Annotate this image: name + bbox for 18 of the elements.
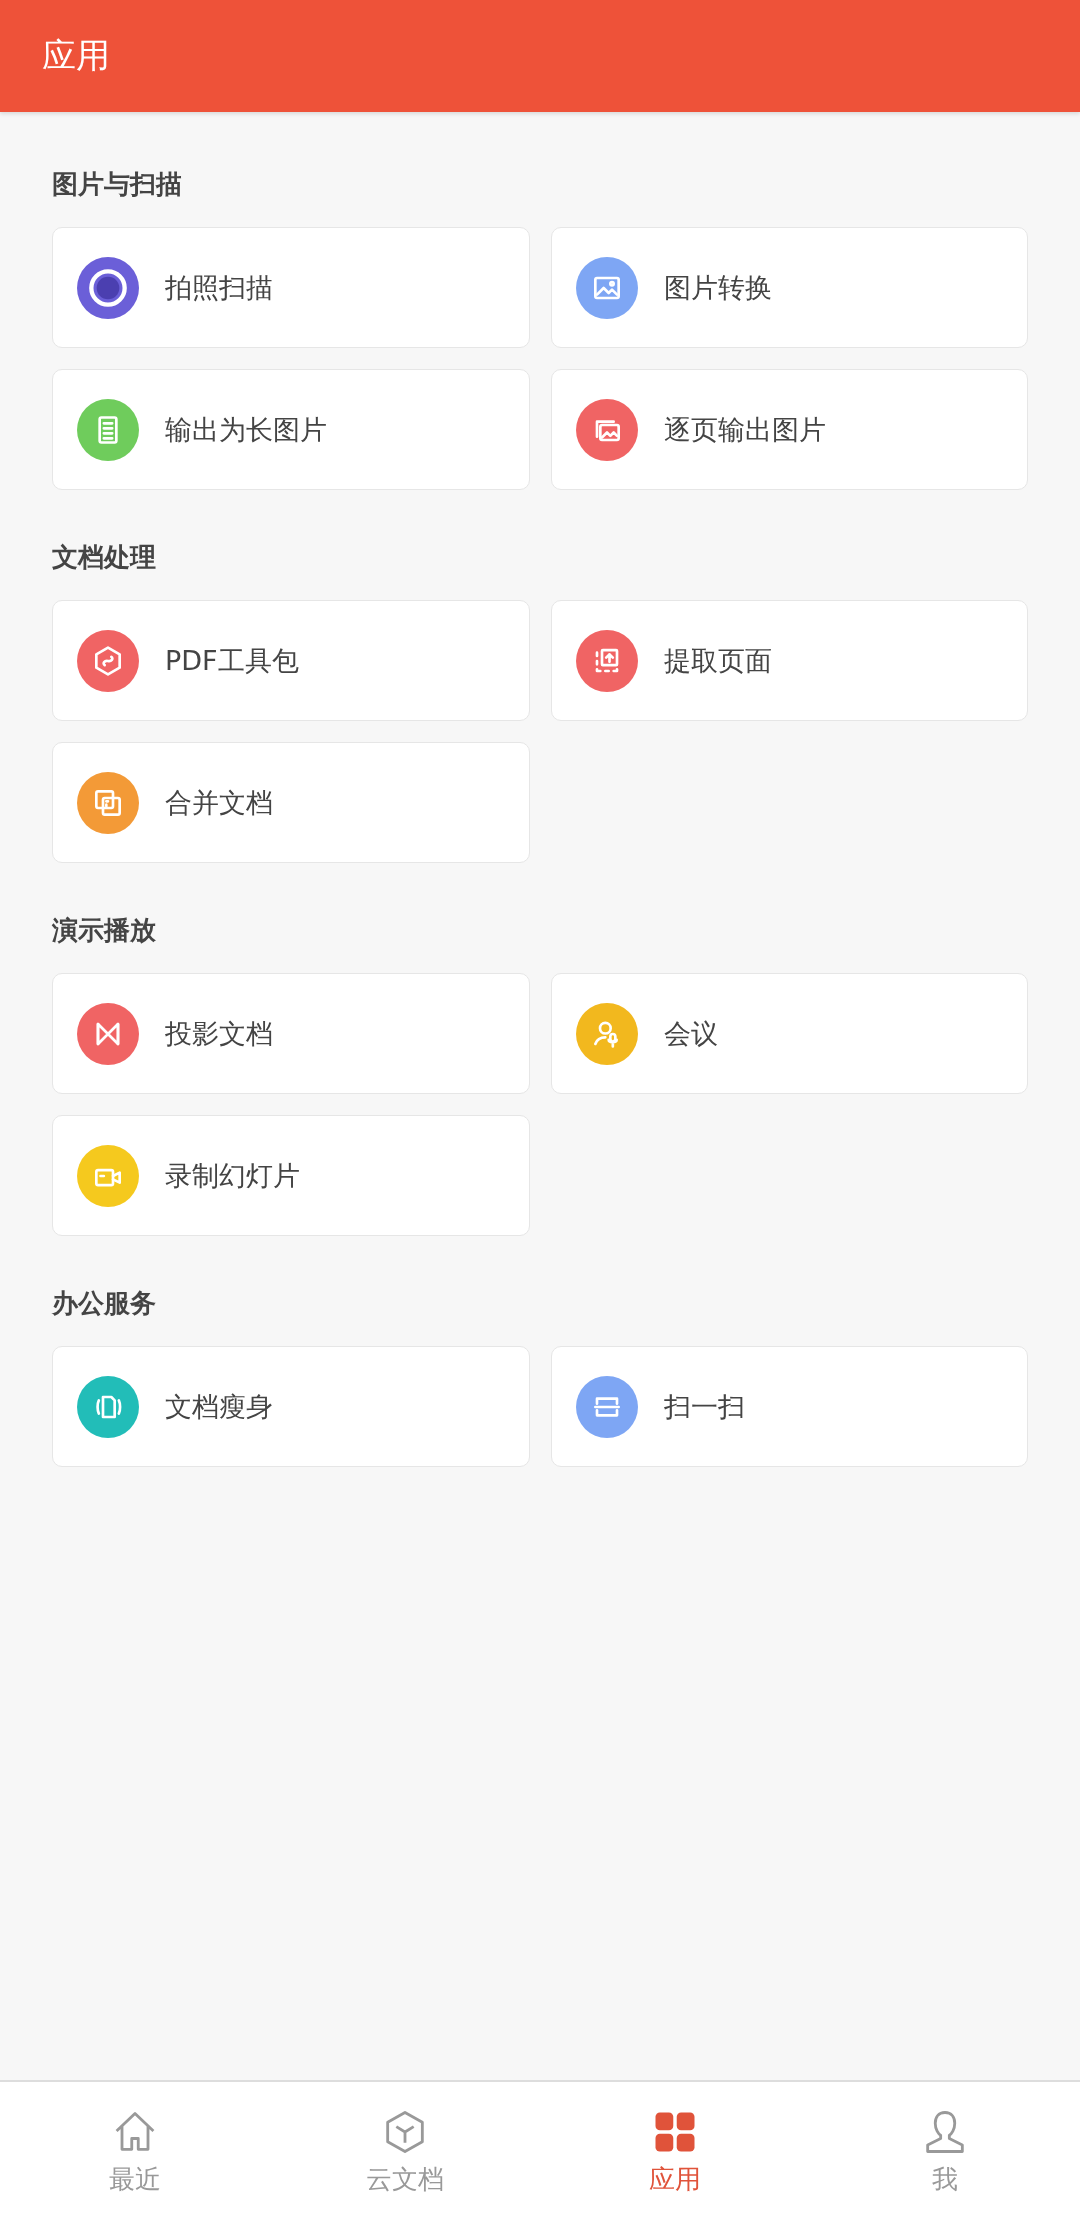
app-card[interactable]: 录制幻灯片 <box>52 1115 530 1236</box>
section-title: 办公服务 <box>52 1288 157 1318</box>
app-card[interactable]: 提取页面 <box>550 600 1028 721</box>
app-card[interactable]: 合并文档 <box>52 742 530 863</box>
section-title: 图片与扫描 <box>52 169 183 199</box>
app-card[interactable]: 文档瘦身 <box>52 1346 530 1467</box>
app-card[interactable]: 逐页输出图片 <box>550 369 1028 490</box>
app-card[interactable]: 投影文档 <box>52 973 530 1094</box>
page-title: 应用 <box>42 34 110 77</box>
app-card[interactable]: PDF工具包 <box>52 600 530 721</box>
app-card[interactable]: 输出为长图片 <box>52 369 530 490</box>
app-card[interactable]: 扫一扫 <box>550 1346 1028 1467</box>
nav-tab[interactable]: 应用 <box>540 2082 810 2221</box>
section-title: 演示播放 <box>52 915 157 945</box>
section-title: 文档处理 <box>52 542 157 572</box>
app-card[interactable]: 图片转换 <box>550 227 1028 348</box>
app-card[interactable]: 会议 <box>550 973 1028 1094</box>
app-card[interactable]: 拍照扫描 <box>52 227 530 348</box>
